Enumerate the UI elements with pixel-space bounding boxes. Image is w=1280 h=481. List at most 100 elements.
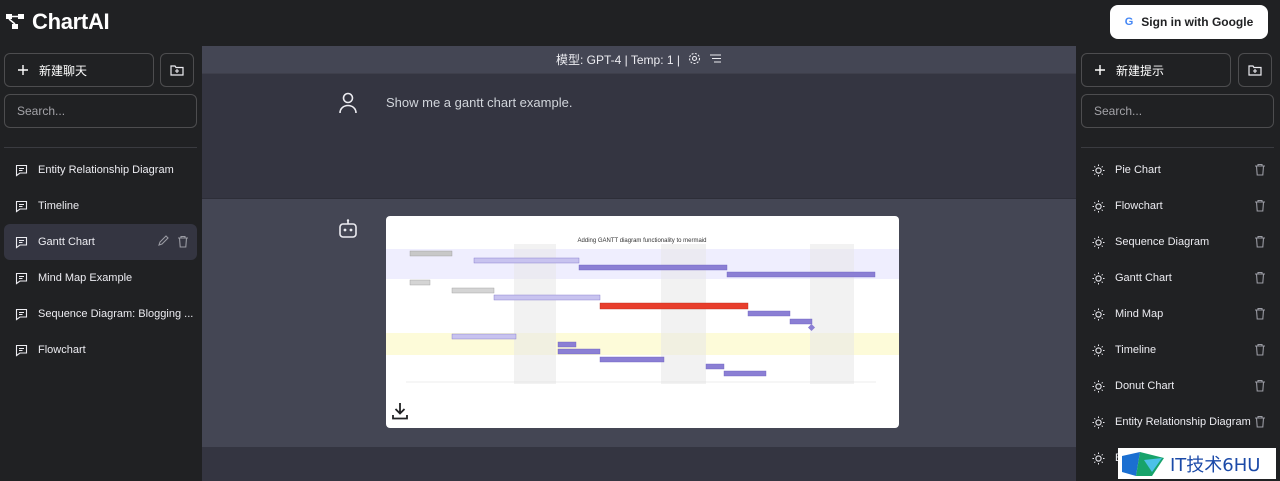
message-icon — [14, 235, 28, 249]
prompt-item-label: Sequence Diagram — [1115, 236, 1210, 248]
prompt-item-entity-relationship[interactable]: Entity Relationship Diagram — [1081, 404, 1274, 440]
chat-bottom-area — [202, 447, 1076, 481]
settings-icon[interactable] — [688, 52, 701, 68]
lightbulb-icon — [1091, 343, 1105, 357]
delete-icon[interactable] — [1254, 235, 1266, 251]
gantt-bar — [557, 348, 601, 355]
prompt-item-label: Flowchart — [1115, 200, 1163, 212]
download-icon[interactable] — [390, 401, 410, 426]
chat-item-label: Sequence Diagram: Blogging ... — [38, 308, 194, 320]
app-logo[interactable]: ChartAI — [6, 9, 110, 35]
lightbulb-icon — [1091, 271, 1105, 285]
prompt-item-mind-map[interactable]: Mind Map — [1081, 296, 1274, 332]
new-chat-label: 新建聊天 — [39, 63, 88, 78]
chat-item-label: Flowchart — [38, 344, 86, 356]
delete-icon[interactable] — [1254, 379, 1266, 395]
chat-item-label: Mind Map Example — [38, 272, 133, 284]
lightbulb-icon — [1091, 307, 1105, 321]
delete-icon[interactable] — [1254, 307, 1266, 323]
prompt-item-label: Donut Chart — [1115, 380, 1175, 392]
new-prompt-label: 新建提示 — [1116, 63, 1165, 78]
gantt-bar — [493, 294, 601, 301]
gantt-chart-image: Adding GANTT diagram functionality to me… — [386, 216, 899, 428]
chat-item-flowchart[interactable]: Flowchart — [4, 332, 197, 368]
message-icon — [14, 163, 28, 177]
app-title: ChartAI — [32, 9, 110, 34]
chat-item-gantt-chart[interactable]: Gantt Chart — [4, 224, 197, 260]
chat-list: Entity Relationship Diagram Timeline Gan… — [4, 152, 197, 368]
grid-column — [810, 244, 854, 384]
prompt-search-input[interactable] — [1081, 94, 1274, 128]
gantt-bar — [599, 302, 749, 310]
chart-title: Adding GANTT diagram functionality to me… — [578, 238, 707, 244]
prompt-item-timeline[interactable]: Timeline — [1081, 332, 1274, 368]
gantt-bar — [705, 363, 725, 370]
prompt-item-flowchart[interactable]: Flowchart — [1081, 188, 1274, 224]
chat-item-mind-map[interactable]: Mind Map Example — [4, 260, 197, 296]
gantt-bar — [409, 250, 453, 257]
gantt-bar — [451, 287, 495, 294]
prompt-item-label: Entity Relationship Diagram — [1115, 416, 1251, 428]
folder-plus-icon — [1248, 65, 1262, 76]
prompt-item-label: Pie Chart — [1115, 164, 1161, 176]
prompt-item-gantt-chart[interactable]: Gantt Chart — [1081, 260, 1274, 296]
delete-icon[interactable] — [1254, 415, 1266, 431]
chat-item-sequence-diagram[interactable]: Sequence Diagram: Blogging ... — [4, 296, 197, 332]
sidebar-divider — [1081, 147, 1274, 148]
new-folder-button[interactable] — [160, 53, 194, 87]
watermark-logo-icon — [1122, 451, 1164, 476]
chart-logo-icon — [6, 14, 24, 29]
gantt-bar — [747, 310, 791, 317]
gantt-bar — [599, 356, 665, 363]
model-settings-bar: 模型: GPT-4 | Temp: 1 | — [202, 46, 1076, 74]
model-label: 模型: GPT-4 | Temp: 1 | — [555, 53, 681, 67]
chat-item-label: Gantt Chart — [38, 236, 95, 248]
sign-in-google-button[interactable]: G Sign in with Google — [1110, 5, 1268, 39]
chat-main: 模型: GPT-4 | Temp: 1 | Show me a gantt ch… — [202, 46, 1076, 481]
gantt-bar — [557, 341, 577, 348]
delete-icon[interactable] — [1254, 271, 1266, 287]
delete-icon[interactable] — [1254, 199, 1266, 215]
sign-in-label: Sign in with Google — [1141, 15, 1254, 29]
gantt-bar — [451, 333, 517, 340]
delete-icon[interactable] — [177, 235, 189, 251]
gantt-bar — [726, 271, 876, 278]
plus-icon — [18, 65, 28, 75]
prompt-item-label: Timeline — [1115, 344, 1157, 356]
lightbulb-icon — [1091, 199, 1105, 213]
delete-icon[interactable] — [1254, 163, 1266, 179]
message-icon — [14, 343, 28, 357]
message-icon — [14, 271, 28, 285]
chat-item-label: Entity Relationship Diagram — [38, 164, 174, 176]
user-icon — [338, 92, 358, 119]
prompt-item-pie-chart[interactable]: Pie Chart — [1081, 152, 1274, 188]
google-icon: G — [1124, 16, 1134, 28]
prompt-item-label: Gantt Chart — [1115, 272, 1172, 284]
prompt-item-sequence-diagram[interactable]: Sequence Diagram — [1081, 224, 1274, 260]
site-watermark: IT技术6HU — [1118, 448, 1276, 479]
gantt-bar — [473, 257, 580, 264]
chat-item-entity-relationship[interactable]: Entity Relationship Diagram — [4, 152, 197, 188]
lightbulb-icon — [1091, 415, 1105, 429]
delete-icon[interactable] — [1254, 343, 1266, 359]
user-message-text: Show me a gantt chart example. — [386, 95, 573, 110]
new-prompt-folder-button[interactable] — [1238, 53, 1272, 87]
message-icon — [14, 307, 28, 321]
sidebar-divider — [4, 147, 197, 148]
watermark-text: IT技术6HU — [1170, 454, 1261, 476]
prompt-sidebar: 新建提示 Pie Chart Flowchart Sequence Diagra… — [1076, 46, 1280, 481]
user-message: Show me a gantt chart example. — [202, 74, 1076, 199]
prompt-item-donut-chart[interactable]: Donut Chart — [1081, 368, 1274, 404]
grid-column — [514, 244, 556, 384]
lightbulb-icon — [1091, 163, 1105, 177]
chat-search-input[interactable] — [4, 94, 197, 128]
robot-icon — [338, 219, 358, 244]
gantt-bar — [409, 279, 431, 286]
clear-conversation-icon[interactable] — [709, 53, 722, 67]
new-prompt-button[interactable]: 新建提示 — [1081, 53, 1231, 87]
prompt-list: Pie Chart Flowchart Sequence Diagram Gan… — [1081, 152, 1274, 476]
new-chat-button[interactable]: 新建聊天 — [4, 53, 154, 87]
edit-icon[interactable] — [157, 235, 169, 250]
chat-item-timeline[interactable]: Timeline — [4, 188, 197, 224]
gantt-bar — [723, 370, 767, 377]
